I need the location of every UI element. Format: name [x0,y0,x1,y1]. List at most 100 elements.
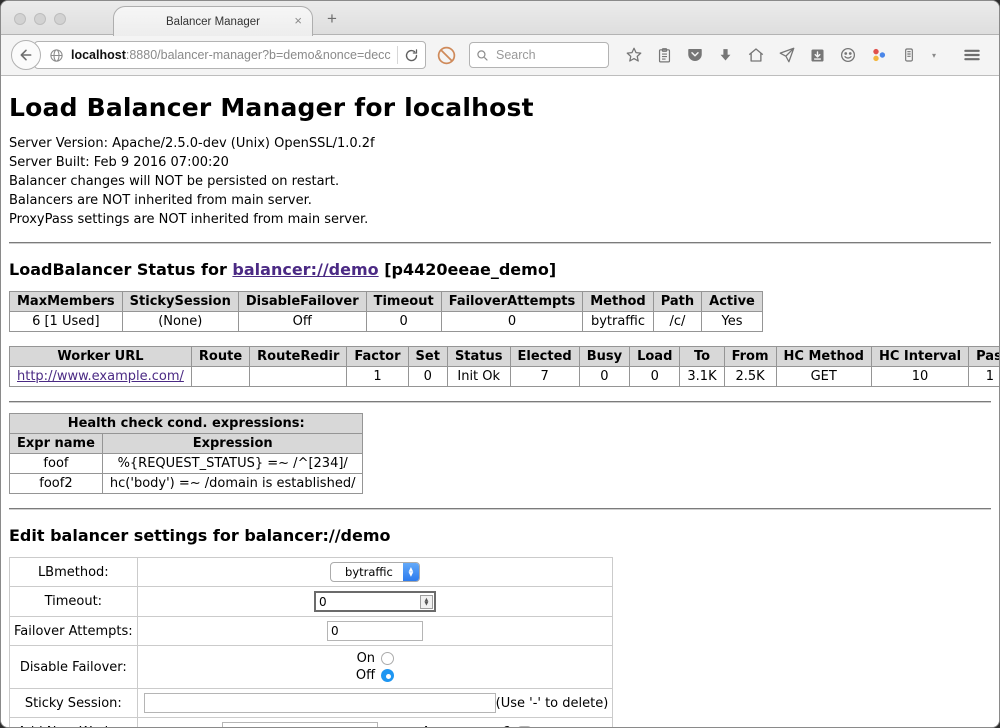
form-row-sticky-session: Sticky Session: (Use '-' to delete) [10,689,613,718]
search-input[interactable] [494,47,594,63]
worker-url-link[interactable]: http://www.example.com/ [17,369,184,384]
back-arrow-icon [18,47,34,63]
col-active: Active [702,292,763,312]
col-to: To [680,347,724,367]
window-zoom-button[interactable] [54,13,66,25]
number-spinner-icon[interactable]: ▲▼ [420,595,433,609]
proxypass-note-line: ProxyPass settings are NOT inherited fro… [9,210,991,229]
urlbar-divider [397,46,398,64]
radio-on-label: On [357,651,375,666]
status-heading: LoadBalancer Status for balancer://demo … [9,260,991,279]
cell-maxmembers: 6 [1 Used] [10,312,123,332]
col-path: Path [653,292,701,312]
table-header-row: Expr name Expression [10,434,363,454]
url-bar[interactable]: localhost:8880/balancer-manager?b=demo&n… [34,41,426,69]
cell-timeout: 0 [366,312,441,332]
form-row-failover-attempts: Failover Attempts: [10,617,613,646]
cell-disablefailover: Off [238,312,366,332]
failover-attempts-label: Failover Attempts: [10,617,138,646]
url-text[interactable]: localhost:8880/balancer-manager?b=demo&n… [71,48,391,62]
menu-hamburger-icon[interactable] [962,45,982,65]
divider-rule [9,401,991,403]
disable-failover-on-radio[interactable] [381,652,394,665]
cell-busy: 0 [579,367,629,387]
add-worker-input[interactable] [222,722,378,727]
content-block-icon[interactable] [436,45,457,66]
downloads-icon[interactable] [717,47,734,64]
cell-worker-url: http://www.example.com/ [10,367,192,387]
col-routeredir: RouteRedir [250,347,347,367]
balancers-note-line: Balancers are NOT inherited from main se… [9,191,991,210]
globe-icon [49,48,64,63]
table-title-row: Health check cond. expressions: [10,414,363,434]
window-close-button[interactable] [14,13,26,25]
server-info: Server Version: Apache/2.5.0-dev (Unix) … [9,134,991,229]
col-passes: Passes [969,347,999,367]
balancer-params-table: MaxMembers StickySession DisableFailover… [9,291,763,332]
status-heading-prefix: LoadBalancer Status for [9,260,232,279]
table-row: 6 [1 Used] (None) Off 0 0 bytraffic /c/ … [10,312,763,332]
pocket-icon[interactable] [686,46,704,64]
form-row-timeout: Timeout: ▲▼ [10,587,613,617]
col-method: Method [583,292,653,312]
col-factor: Factor [347,347,408,367]
edit-balancer-form: LBmethod: bytraffic ▲▼ Timeout: ▲▼ [9,557,613,727]
sticky-session-input[interactable] [144,693,496,713]
col-load: Load [630,347,680,367]
col-stickysession: StickySession [122,292,238,312]
form-row-add-worker: Add New Worker: Are you sure? [10,718,613,728]
col-worker-url: Worker URL [10,347,192,367]
are-you-sure-checkbox[interactable] [518,726,531,728]
colored-dots-addon-icon[interactable] [870,46,888,64]
window-minimize-button[interactable] [34,13,46,25]
worker-table: Worker URL Route RouteRedir Factor Set S… [9,346,999,387]
cell-method: bytraffic [583,312,653,332]
col-busy: Busy [579,347,629,367]
disable-failover-off-radio[interactable] [381,669,394,682]
table-header-row: MaxMembers StickySession DisableFailover… [10,292,763,312]
add-worker-label: Add New Worker: [10,718,138,728]
browser-window: Balancer Manager × + localhost:8880/bala… [0,0,1000,728]
smiley-icon[interactable] [839,46,857,64]
cell-from: 2.5K [724,367,776,387]
balancer-demo-link[interactable]: balancer://demo [232,260,378,279]
col-route: Route [191,347,249,367]
cell-set: 0 [408,367,447,387]
cell-hc-interval: 10 [871,367,968,387]
server-built-line: Server Built: Feb 9 2016 07:00:20 [9,153,991,172]
home-icon[interactable] [747,46,765,64]
divider-rule [9,508,991,510]
divider-rule [9,242,991,244]
tab-close-icon[interactable]: × [294,13,302,29]
bookmark-star-icon[interactable] [625,46,643,64]
radio-off-label: Off [356,668,375,683]
send-share-icon[interactable] [778,46,796,64]
cell-load: 0 [630,367,680,387]
edit-settings-heading: Edit balancer settings for balancer://de… [9,526,991,545]
page-title: Load Balancer Manager for localhost [9,93,991,122]
search-box[interactable] [469,42,609,68]
cell-expr-name: foof [10,454,103,474]
url-path: :8880/balancer-manager?b=demo&nonce=decc… [126,48,391,62]
table-row: http://www.example.com/ 1 0 Init Ok 7 0 … [10,367,1000,387]
col-expression: Expression [102,434,363,454]
search-icon [476,49,489,62]
lbmethod-select[interactable]: bytraffic ▲▼ [330,562,420,582]
navigation-toolbar: localhost:8880/balancer-manager?b=demo&n… [1,35,999,76]
col-set: Set [408,347,447,367]
new-tab-button[interactable]: + [327,9,337,29]
col-hc-method: HC Method [776,347,871,367]
status-heading-suffix: [p4420eeae_demo] [379,260,557,279]
bookmarks-list-icon[interactable] [656,47,673,64]
failover-attempts-input[interactable] [327,621,423,641]
addon-download-icon[interactable] [809,47,826,64]
col-disablefailover: DisableFailover [238,292,366,312]
container-addon-icon[interactable] [901,46,917,64]
back-button[interactable] [11,40,41,70]
persist-note-line: Balancer changes will NOT be persisted o… [9,172,991,191]
container-dropdown-caret[interactable]: ▾ [932,51,936,60]
timeout-input[interactable] [314,591,436,612]
table-row: foof %{REQUEST_STATUS} =~ /^[234]/ [10,454,363,474]
reload-icon[interactable] [404,48,419,63]
tab-balancer-manager[interactable]: Balancer Manager × [113,6,313,36]
